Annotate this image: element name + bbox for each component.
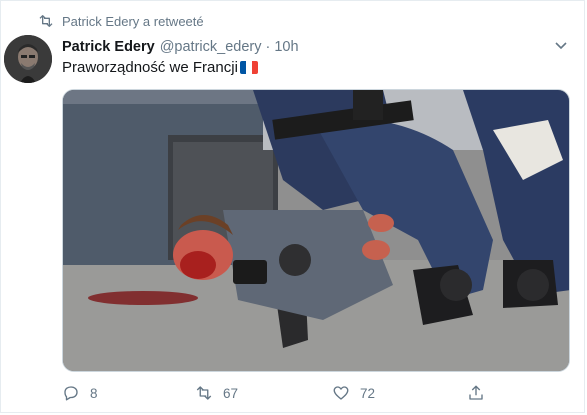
avatar-image (4, 35, 52, 83)
reply-button[interactable]: 8 (62, 384, 98, 402)
share-icon (469, 385, 483, 400)
tweet-header: Patrick Edery @patrick_edery · 10h (62, 37, 556, 57)
tweet-card[interactable]: Patrick Edery a retweeté Patrick Edery @… (0, 0, 585, 413)
tweet-actions: 8 67 72 (62, 384, 542, 404)
retweet-label: Patrick Edery a retweeté (62, 13, 204, 29)
retweet-count: 67 (223, 385, 239, 401)
author-name[interactable]: Patrick Edery (62, 39, 155, 55)
chevron-down-icon[interactable] (554, 39, 568, 53)
share-button[interactable] (467, 384, 495, 402)
tweet-text: Praworządność we Francji (62, 59, 258, 76)
avatar[interactable] (4, 35, 52, 83)
photo-image (63, 90, 569, 371)
retweet-icon (39, 15, 53, 28)
like-count: 72 (360, 385, 376, 401)
retweet-icon (196, 386, 212, 400)
tweet-text-content: Praworządność we Francji (62, 59, 238, 76)
retweet-context[interactable]: Patrick Edery a retweeté (38, 12, 204, 30)
reply-icon (64, 386, 78, 401)
like-button[interactable]: 72 (332, 384, 375, 402)
author-handle[interactable]: @patrick_edery (160, 39, 262, 55)
separator-dot: · (265, 39, 271, 55)
france-flag-icon (239, 61, 258, 74)
tweet-media-photo[interactable] (62, 89, 570, 372)
retweet-button[interactable]: 67 (195, 384, 238, 402)
reply-count: 8 (90, 385, 98, 401)
heart-icon (333, 386, 349, 400)
tweet-time[interactable]: 10h (274, 39, 298, 55)
